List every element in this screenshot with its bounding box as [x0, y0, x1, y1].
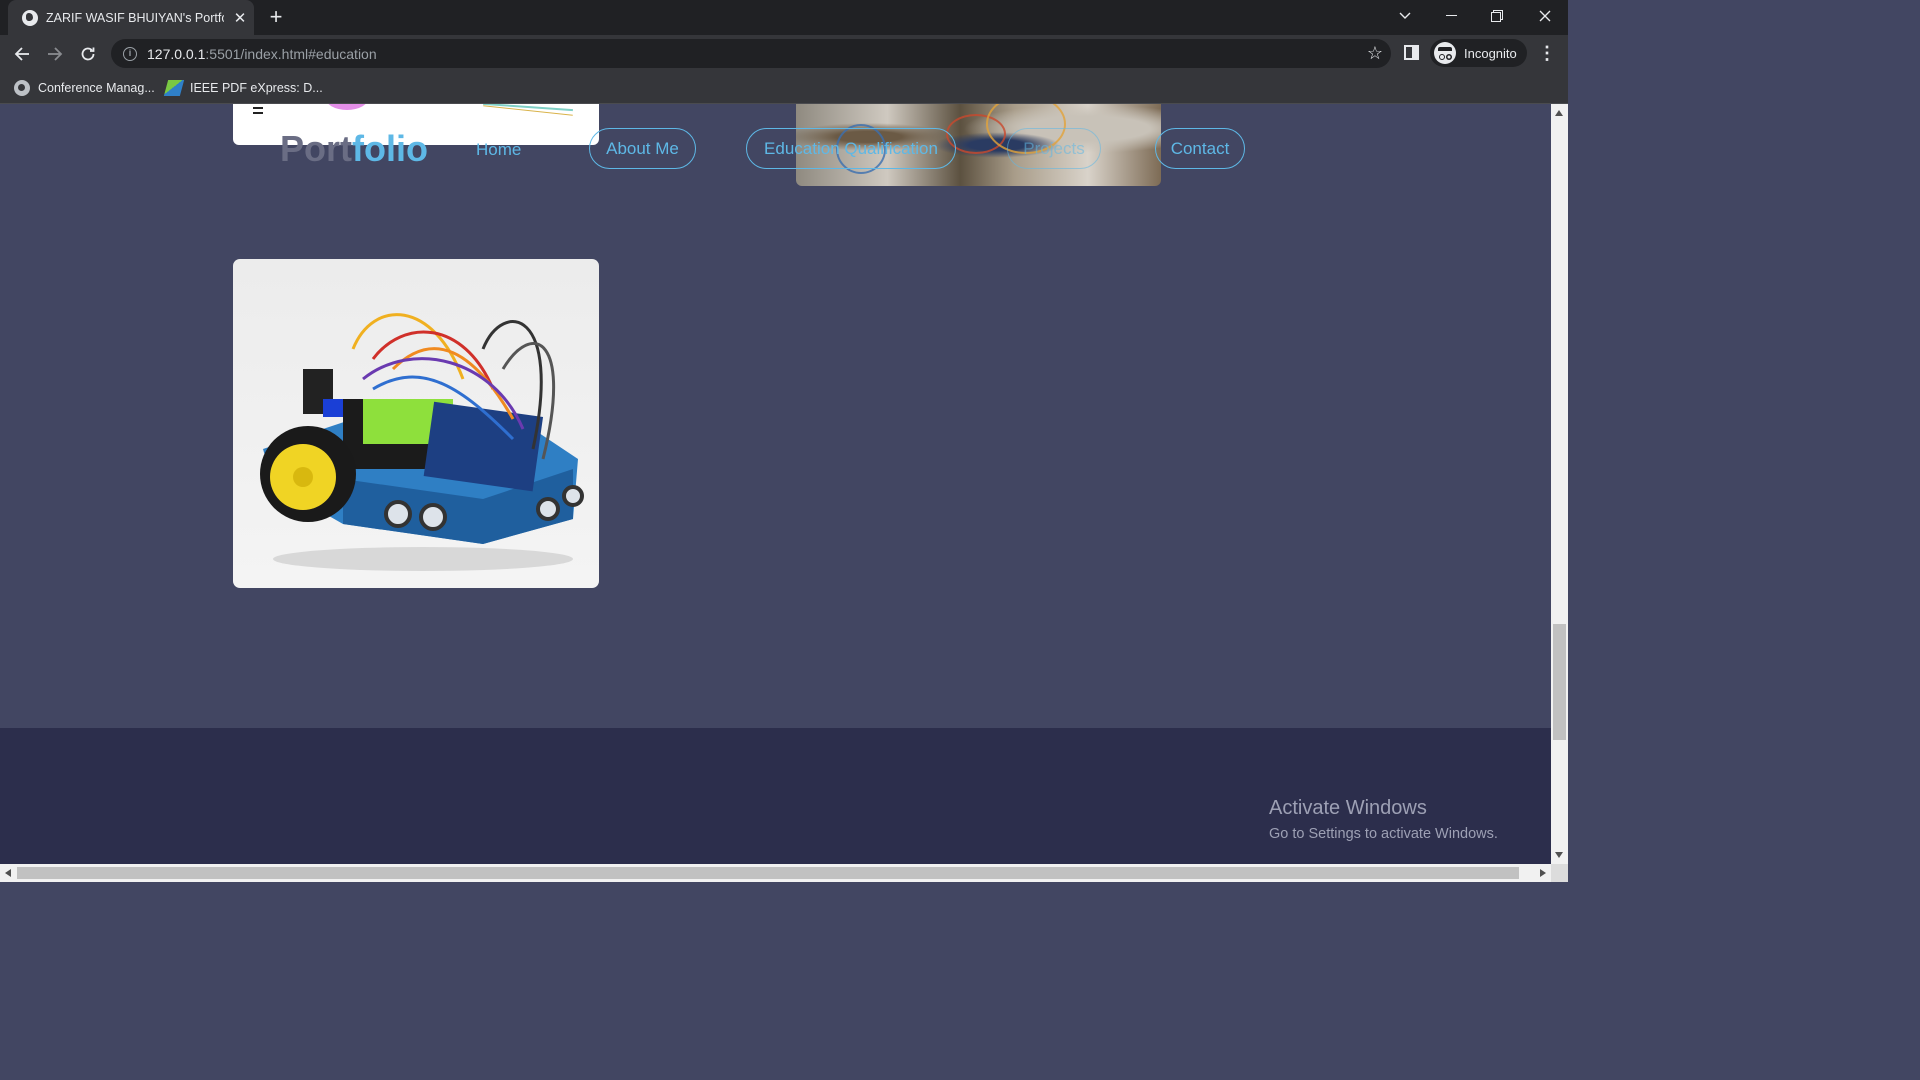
- bookmark-label: Conference Manag...: [38, 81, 155, 95]
- bookmark-conference[interactable]: Conference Manag...: [14, 78, 155, 98]
- windows-activation-watermark: Activate Windows Go to Settings to activ…: [1269, 797, 1498, 842]
- logo-text-folio: folio: [352, 128, 428, 169]
- close-window-button[interactable]: [1522, 0, 1568, 32]
- bookmark-label: IEEE PDF eXpress: D...: [190, 81, 323, 95]
- close-tab-icon[interactable]: ✕: [232, 9, 248, 27]
- globe-icon: [14, 80, 30, 96]
- nav-projects-button[interactable]: Projects: [1007, 128, 1101, 169]
- incognito-profile-button[interactable]: Incognito: [1430, 39, 1527, 67]
- bookmark-ieee[interactable]: IEEE PDF eXpress: D...: [163, 78, 323, 98]
- tab-title: ZARIF WASIF BHUIYAN's Portfolio: [46, 10, 224, 25]
- scrollbar-corner: [1551, 864, 1568, 882]
- minimize-button[interactable]: [1428, 0, 1474, 32]
- restore-icon: [1491, 10, 1503, 22]
- logo-text-port: Port: [280, 128, 352, 169]
- activation-subtitle: Go to Settings to activate Windows.: [1269, 826, 1498, 842]
- page-footer: [0, 728, 1551, 864]
- scroll-down-arrow-icon[interactable]: [1555, 852, 1563, 858]
- address-bar[interactable]: i 127.0.0.1:5501/index.html#education ☆: [111, 39, 1391, 68]
- nav-about-button[interactable]: About Me: [589, 128, 696, 169]
- new-tab-button[interactable]: +: [266, 5, 286, 29]
- activation-title: Activate Windows: [1269, 797, 1427, 819]
- robot-car-illustration: [260, 313, 584, 571]
- horizontal-scroll-thumb[interactable]: [17, 867, 1519, 879]
- scroll-up-arrow-icon[interactable]: [1555, 110, 1563, 116]
- legend-graphic: [253, 107, 263, 109]
- scroll-right-arrow-icon[interactable]: [1540, 869, 1546, 877]
- page-viewport: Portfolio Home About Me Education Qualif…: [0, 104, 1551, 864]
- forward-button[interactable]: [42, 41, 68, 67]
- nav-home-link[interactable]: Home: [476, 140, 521, 160]
- horizontal-scrollbar[interactable]: [0, 864, 1551, 882]
- close-icon: [1539, 10, 1551, 22]
- scroll-left-arrow-icon[interactable]: [5, 869, 11, 877]
- browser-menu-icon[interactable]: ⋮: [1538, 43, 1556, 63]
- arrow-right-icon: [48, 47, 63, 61]
- chevron-down-icon: [1399, 12, 1411, 19]
- site-logo[interactable]: Portfolio: [280, 128, 428, 170]
- browser-tab[interactable]: ZARIF WASIF BHUIYAN's Portfolio ✕: [8, 0, 254, 35]
- vertical-scrollbar[interactable]: [1551, 104, 1568, 864]
- ieee-icon: [163, 80, 185, 96]
- nav-education-button[interactable]: Education Qualification: [746, 128, 956, 169]
- site-info-icon[interactable]: i: [123, 46, 137, 61]
- profile-label: Incognito: [1464, 45, 1517, 61]
- bookmarks-bar: Conference Manag... IEEE PDF eXpress: D.…: [0, 72, 1568, 104]
- nav-contact-button[interactable]: Contact: [1155, 128, 1245, 169]
- tab-search-button[interactable]: [1382, 0, 1428, 32]
- url-path: :5501/index.html#education: [205, 45, 377, 62]
- legend-graphic: [253, 112, 263, 114]
- reload-icon: [81, 47, 95, 61]
- browser-toolbar: i 127.0.0.1:5501/index.html#education ☆: [0, 35, 1568, 72]
- pie-chart-graphic: [325, 104, 369, 110]
- project-image-robot-car: [233, 259, 599, 588]
- reload-button[interactable]: [75, 41, 101, 67]
- side-panel-icon[interactable]: [1404, 45, 1419, 60]
- minimize-icon: [1445, 15, 1457, 16]
- restore-button[interactable]: [1474, 0, 1520, 32]
- back-button[interactable]: [9, 41, 35, 67]
- incognito-icon: [1434, 42, 1456, 64]
- tab-strip: ZARIF WASIF BHUIYAN's Portfolio ✕ +: [0, 0, 1568, 35]
- globe-icon: [22, 9, 38, 26]
- arrow-left-icon: [14, 47, 29, 61]
- url-host: 127.0.0.1: [147, 45, 206, 62]
- bookmark-star-icon[interactable]: ☆: [1367, 43, 1383, 63]
- vertical-scroll-thumb[interactable]: [1553, 624, 1566, 740]
